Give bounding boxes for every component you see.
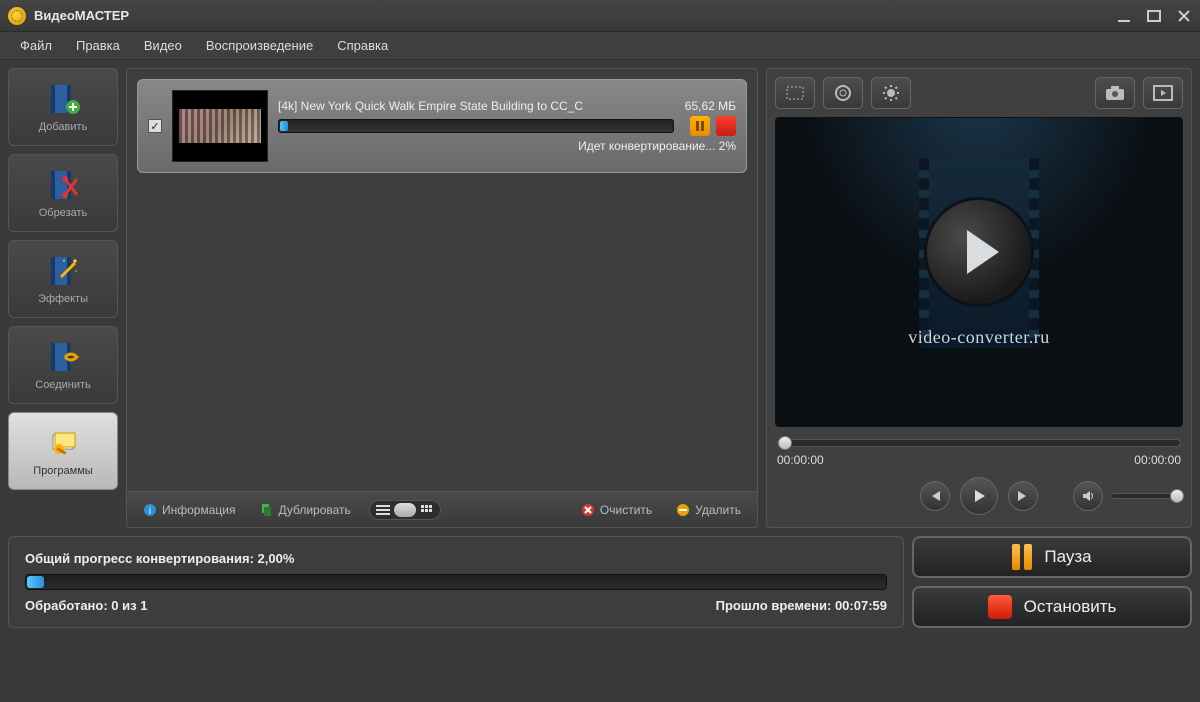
sidebar-programs-button[interactable]: Программы: [8, 412, 118, 490]
item-title: [4k] New York Quick Walk Empire State Bu…: [278, 99, 583, 113]
sidebar-programs-label: Программы: [33, 465, 92, 477]
menu-file[interactable]: Файл: [8, 34, 64, 57]
overall-progress-bar: [25, 574, 887, 590]
sidebar: Добавить Обрезать Эффекты Соединить Прог…: [8, 68, 118, 528]
pause-label: Пауза: [1044, 547, 1091, 567]
stop-button[interactable]: Остановить: [912, 586, 1192, 628]
join-icon: [45, 339, 81, 375]
svg-text:i: i: [149, 506, 151, 517]
elapsed-label: Прошло времени:: [716, 598, 835, 613]
brightness-icon: [882, 84, 900, 102]
sidebar-trim-button[interactable]: Обрезать: [8, 154, 118, 232]
maximize-button[interactable]: [1146, 8, 1162, 24]
conversion-list: ✓ [4k] New York Quick Walk Empire State …: [127, 69, 757, 491]
menu-video[interactable]: Видео: [132, 34, 194, 57]
duplicate-button[interactable]: Дублировать: [253, 499, 356, 521]
fullscreen-preview-button[interactable]: [1143, 77, 1183, 109]
duplicate-label: Дублировать: [278, 503, 350, 517]
sidebar-trim-label: Обрезать: [39, 207, 88, 219]
grid-view-icon: [418, 503, 436, 517]
processed-value: 0 из 1: [111, 598, 147, 613]
info-label: Информация: [162, 503, 235, 517]
time-current: 00:00:00: [777, 453, 824, 467]
conversion-item: ✓ [4k] New York Quick Walk Empire State …: [137, 79, 747, 173]
clear-icon: [581, 503, 595, 517]
preview-watermark: video-converter.ru: [908, 327, 1049, 348]
aperture-icon: [834, 84, 852, 102]
view-mode-toggle[interactable]: [369, 500, 441, 520]
seek-handle[interactable]: [778, 436, 792, 450]
preview-screen[interactable]: video-converter.ru: [775, 117, 1183, 427]
delete-button[interactable]: Удалить: [670, 499, 747, 521]
list-toolbar: i Информация Дублировать Очистить Удалит…: [127, 491, 757, 527]
minimize-button[interactable]: [1116, 8, 1132, 24]
window-controls: [1116, 8, 1192, 24]
titlebar: ВидеоМАСТЕР: [0, 0, 1200, 32]
menu-playback[interactable]: Воспроизведение: [194, 34, 325, 57]
duplicate-icon: [259, 503, 273, 517]
overall-progress-panel: Общий прогресс конвертирования: 2,00% Об…: [8, 536, 904, 628]
sidebar-add-button[interactable]: Добавить: [8, 68, 118, 146]
crop-frame-button[interactable]: [775, 77, 815, 109]
app-logo-icon: [8, 7, 26, 25]
effects-icon: [45, 253, 81, 289]
sidebar-effects-button[interactable]: Эффекты: [8, 240, 118, 318]
app-title: ВидеоМАСТЕР: [34, 8, 1116, 23]
center-panel: ✓ [4k] New York Quick Walk Empire State …: [126, 68, 758, 528]
time-total: 00:00:00: [1134, 453, 1181, 467]
trim-icon: [45, 167, 81, 203]
overall-progress-label: Общий прогресс конвертирования:: [25, 551, 258, 566]
next-button[interactable]: [1008, 481, 1038, 511]
close-button[interactable]: [1176, 8, 1192, 24]
item-status: Идет конвертирование... 2%: [578, 139, 736, 153]
pause-icon: [1012, 544, 1032, 570]
action-buttons: Пауза Остановить: [912, 536, 1192, 628]
seek-bar[interactable]: [777, 439, 1181, 447]
volume-button[interactable]: [1073, 481, 1103, 511]
menu-help[interactable]: Справка: [325, 34, 400, 57]
menu-edit[interactable]: Правка: [64, 34, 132, 57]
prev-button[interactable]: [920, 481, 950, 511]
volume-handle[interactable]: [1170, 489, 1184, 503]
play-button[interactable]: [960, 477, 998, 515]
play-disc-icon: [924, 197, 1034, 307]
programs-icon: [45, 425, 81, 461]
item-thumbnail[interactable]: [172, 90, 268, 162]
clear-button[interactable]: Очистить: [575, 499, 658, 521]
overall-progress-percent: 2,00%: [258, 551, 295, 566]
player-controls: [775, 473, 1183, 519]
sidebar-join-label: Соединить: [35, 379, 91, 391]
preview-toolbar: [775, 77, 1183, 109]
info-button[interactable]: i Информация: [137, 499, 241, 521]
sidebar-add-label: Добавить: [39, 121, 88, 133]
delete-icon: [676, 503, 690, 517]
info-icon: i: [143, 503, 157, 517]
sidebar-effects-label: Эффекты: [38, 293, 88, 305]
aperture-button[interactable]: [823, 77, 863, 109]
snapshot-button[interactable]: [1095, 77, 1135, 109]
brightness-button[interactable]: [871, 77, 911, 109]
volume-slider[interactable]: [1111, 493, 1181, 499]
add-video-icon: [45, 81, 81, 117]
pause-button[interactable]: Пауза: [912, 536, 1192, 578]
processed-label: Обработано:: [25, 598, 111, 613]
item-checkbox[interactable]: ✓: [148, 119, 162, 133]
crop-icon: [785, 85, 805, 101]
stop-label: Остановить: [1024, 597, 1117, 617]
item-pause-button[interactable]: [690, 116, 710, 136]
list-view-icon: [374, 503, 392, 517]
menubar: Файл Правка Видео Воспроизведение Справк…: [0, 32, 1200, 60]
clear-label: Очистить: [600, 503, 652, 517]
sidebar-join-button[interactable]: Соединить: [8, 326, 118, 404]
item-progress-bar: [278, 119, 674, 133]
elapsed-value: 00:07:59: [835, 598, 887, 613]
item-stop-button[interactable]: [716, 116, 736, 136]
delete-label: Удалить: [695, 503, 741, 517]
stop-icon: [988, 595, 1012, 619]
camera-icon: [1105, 85, 1125, 101]
item-filesize: 65,62 МБ: [685, 99, 736, 113]
fullscreen-icon: [1153, 85, 1173, 101]
preview-panel: video-converter.ru 00:00:00 00:00:00: [766, 68, 1192, 528]
